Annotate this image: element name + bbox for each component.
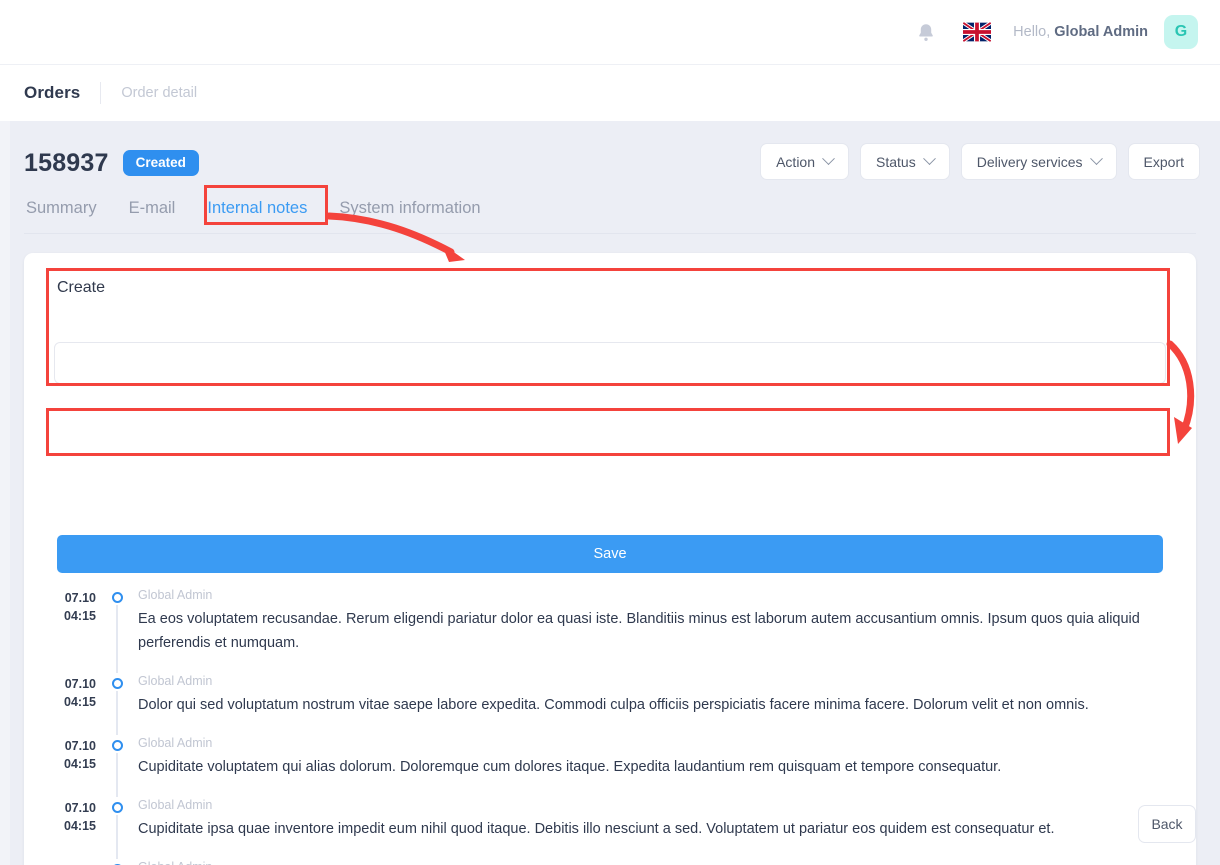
status-button-label: Status: [876, 153, 916, 170]
note-text: Cupiditate ipsa quae inventore impedit e…: [138, 821, 1055, 837]
timeline-dot-icon: [111, 802, 123, 813]
action-button[interactable]: Action: [760, 143, 850, 180]
chevron-down-icon: [922, 152, 936, 166]
chevron-down-icon: [1089, 152, 1103, 166]
tab-bar-divider: [24, 233, 1196, 234]
note-time: 04:15: [64, 819, 96, 833]
note-content: Global Admin Cupiditate ipsa quae invent…: [138, 795, 1172, 857]
delivery-services-button-label: Delivery services: [976, 153, 1083, 170]
toolbar-buttons: Action Status Delivery services Export: [760, 143, 1200, 180]
tab-internal-notes[interactable]: Internal notes: [205, 193, 309, 224]
note-timestamp: 07.10 04:15: [24, 857, 96, 865]
avatar[interactable]: G: [1164, 15, 1198, 49]
back-button[interactable]: Back: [1138, 805, 1196, 843]
timeline-rail: [96, 857, 138, 865]
avatar-initial: G: [1174, 23, 1188, 40]
note-content: Global Admin Ea eos voluptatem recusanda…: [138, 585, 1172, 671]
status-button[interactable]: Status: [860, 143, 950, 180]
note-date: 07.10: [24, 861, 96, 865]
timeline-line: [116, 815, 118, 859]
timeline-line: [116, 753, 118, 797]
tab-system-information[interactable]: System information: [337, 193, 482, 224]
breadcrumb-current: Order detail: [121, 85, 198, 101]
note-date: 07.10: [64, 801, 96, 815]
create-heading: Create: [57, 279, 106, 296]
timeline-rail: [96, 585, 138, 673]
note-text: Cupiditate voluptatem qui alias dolorum.…: [138, 759, 1002, 775]
note-text: Ea eos voluptatem recusandae. Rerum elig…: [138, 611, 1140, 651]
timeline-line: [116, 691, 118, 735]
greeting-prefix: Hello,: [1013, 24, 1051, 40]
delivery-services-button[interactable]: Delivery services: [960, 143, 1117, 180]
timeline-dot-icon: [111, 740, 123, 751]
timeline-line: [116, 605, 118, 673]
breadcrumb-divider: [100, 82, 102, 104]
note-time: 04:15: [64, 695, 96, 709]
save-button[interactable]: Save: [57, 535, 1163, 573]
export-button-label: Export: [1143, 153, 1184, 170]
status-badge: Created: [122, 149, 199, 177]
tab-bar: Summary E-mail Internal notes System inf…: [24, 193, 483, 224]
timeline-rail: [96, 671, 138, 735]
note-item: 07.10 04:15 Global Admin Cupiditate volu…: [24, 733, 1196, 797]
breadcrumb-root[interactable]: Orders: [24, 83, 80, 103]
note-date: 07.10: [64, 739, 96, 753]
note-item: 07.10 04:15 Global Admin Cupiditate ipsa…: [24, 795, 1196, 859]
note-time: 04:15: [64, 609, 96, 623]
bell-icon[interactable]: [915, 20, 937, 44]
timeline-rail: [96, 795, 138, 859]
note-author: Global Admin: [138, 736, 213, 750]
note-item: 07.10 04:15 Global Admin Ea eos voluptat…: [24, 585, 1196, 673]
internal-notes-card: Create Save 07.10 04:15 Global Admin Ea …: [24, 253, 1196, 865]
note-item: 07.10 04:15 Global Admin Dolor qui sed v…: [24, 671, 1196, 735]
note-timestamp: 07.10 04:15: [24, 733, 96, 795]
note-text: Dolor qui sed voluptatum nostrum vitae s…: [138, 697, 1089, 713]
greeting-text: Hello, Global Admin: [1013, 24, 1148, 40]
page-title: 158937: [24, 148, 109, 177]
notes-timeline: 07.10 04:15 Global Admin Ea eos voluptat…: [24, 585, 1196, 865]
note-author: Global Admin: [138, 674, 213, 688]
note-content: Global Admin Fugit corrupti provident no…: [138, 857, 1172, 865]
chevron-down-icon: [822, 152, 835, 166]
tab-summary[interactable]: Summary: [24, 193, 99, 224]
breadcrumb: Orders Order detail: [0, 65, 1220, 121]
uk-flag-icon[interactable]: [963, 22, 992, 42]
top-bar: Hello, Global Admin G: [0, 0, 1220, 65]
note-item: 07.10 04:15 Global Admin Fugit corrupti …: [24, 857, 1196, 865]
note-author: Global Admin: [138, 858, 1172, 865]
note-content: Global Admin Cupiditate voluptatem qui a…: [138, 733, 1172, 795]
page-body: 158937 Created Action Status Delivery se…: [0, 121, 1220, 865]
action-button-label: Action: [776, 153, 816, 170]
note-timestamp: 07.10 04:15: [24, 671, 96, 733]
export-button[interactable]: Export: [1127, 143, 1200, 180]
user-name: Global Admin: [1054, 24, 1148, 40]
note-author: Global Admin: [138, 588, 213, 602]
note-author: Global Admin: [138, 798, 213, 812]
order-detail-page: Hello, Global Admin G Orders Order detai…: [0, 0, 1220, 865]
timeline-dot-icon: [111, 592, 123, 603]
note-timestamp: 07.10 04:15: [24, 585, 96, 671]
note-input[interactable]: [54, 342, 1166, 384]
note-date: 07.10: [64, 591, 96, 605]
timeline-dot-icon: [111, 678, 123, 689]
note-timestamp: 07.10 04:15: [24, 795, 96, 857]
timeline-rail: [96, 733, 138, 797]
tab-email[interactable]: E-mail: [127, 193, 178, 224]
note-date: 07.10: [64, 677, 96, 691]
note-content: Global Admin Dolor qui sed voluptatum no…: [138, 671, 1172, 733]
note-time: 04:15: [64, 757, 96, 771]
